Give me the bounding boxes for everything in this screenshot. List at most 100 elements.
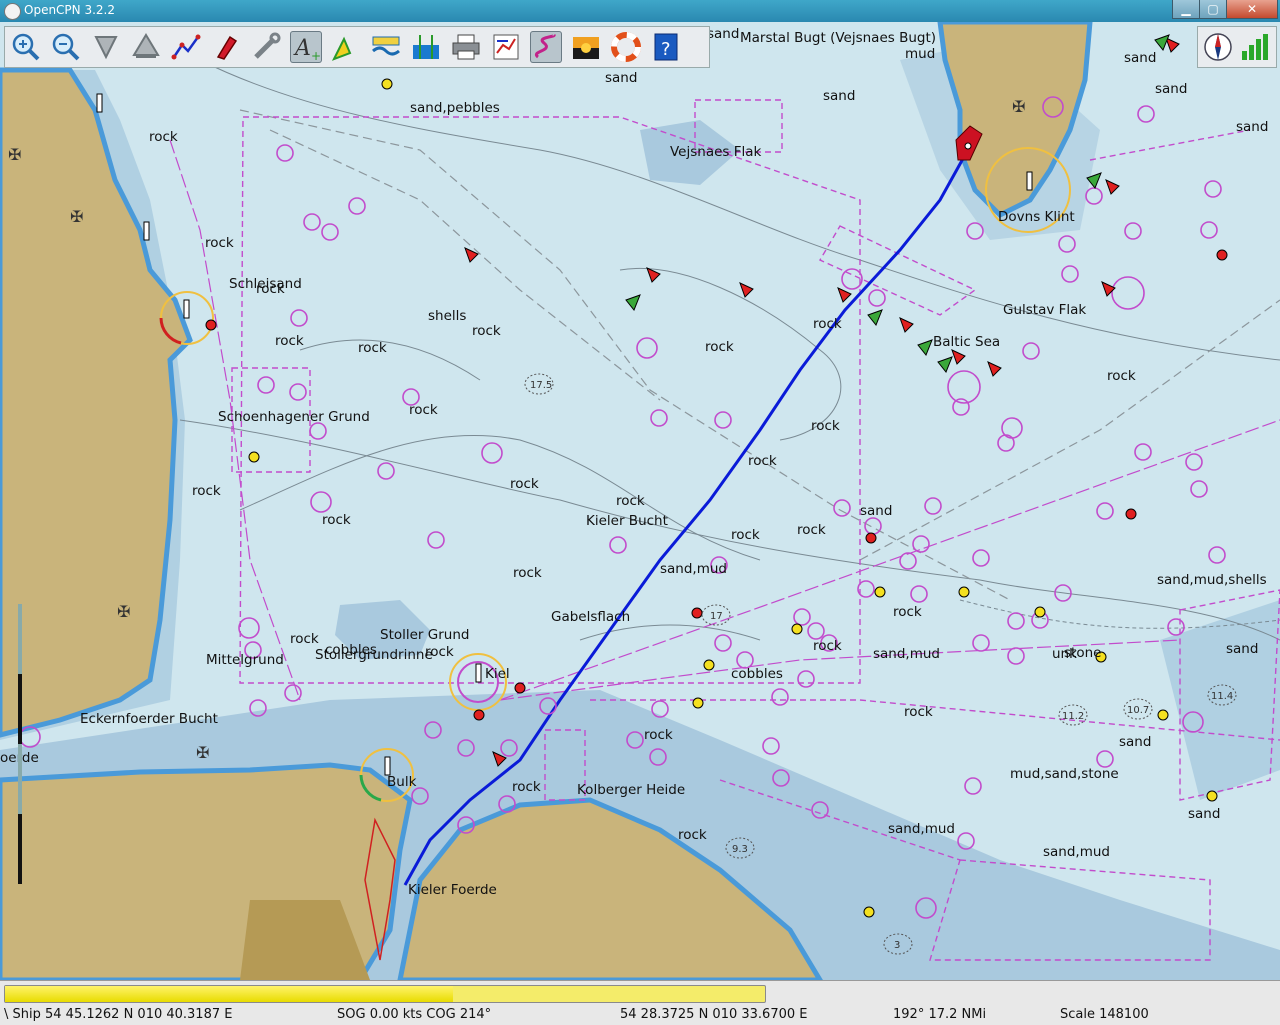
text-toggle-button[interactable]: A + <box>290 31 322 63</box>
chart-label: rock <box>256 281 285 297</box>
chart-label: rock <box>1107 368 1136 384</box>
progress-fill <box>5 986 454 1002</box>
svg-text:✠: ✠ <box>70 207 83 226</box>
scale-in-button[interactable] <box>90 31 122 63</box>
chart-label: stone <box>1064 645 1101 661</box>
sounding: 9.3 <box>732 844 748 855</box>
help-icon: ? <box>654 33 678 61</box>
chart-label: rock <box>290 631 319 647</box>
chart-label: sand <box>823 88 855 104</box>
scale-status: Scale 148100 <box>1060 1007 1149 1022</box>
svg-text:?: ? <box>661 39 671 60</box>
chart-label: sand <box>1119 734 1151 750</box>
current-toggle-button[interactable] <box>330 31 362 63</box>
chart-label: rock <box>811 418 840 434</box>
status-area: \ Ship 54 45.1262 N 010 40.3187 E SOG 0.… <box>0 980 1280 1025</box>
chart-label: rock <box>797 522 826 538</box>
ship-follow-icon <box>216 35 238 60</box>
tide-toggle-button[interactable] <box>370 31 402 63</box>
minimize-button[interactable]: ▁ <box>1172 0 1200 19</box>
chart-label: rock <box>513 565 542 581</box>
ship-position-marker <box>964 142 972 150</box>
chart-label: Kolberger Heide <box>577 782 685 798</box>
chart-label: sand,mud <box>888 821 955 837</box>
man-overboard-button[interactable] <box>610 31 642 63</box>
chart-label: Kieler Foerde <box>408 882 497 898</box>
chart-label: sand <box>1226 641 1258 657</box>
chart-label: Vejsnaes Flak <box>670 144 762 160</box>
create-route-button[interactable] <box>170 31 202 63</box>
sounding: 10.7 <box>1127 705 1149 716</box>
svg-text:✠: ✠ <box>8 145 21 164</box>
print-button[interactable] <box>450 31 482 63</box>
route-manager-button[interactable] <box>490 31 522 63</box>
chart-label: rock <box>512 779 541 795</box>
chart-label: rock <box>275 333 304 349</box>
chart-canvas[interactable]: ✠✠✠✠✠ 17.5 17 11.2 10.7 11.4 9.3 3 sand … <box>0 22 1280 980</box>
chart-label: sand <box>1124 50 1156 66</box>
chart-label: rock <box>904 704 933 720</box>
chart-label: Kiel <box>485 666 510 682</box>
chart-label: cobbles <box>731 666 783 682</box>
options-button[interactable] <box>250 31 282 63</box>
chart-label: Dovns Klint <box>998 209 1075 225</box>
track-toggle-button[interactable] <box>530 31 562 63</box>
chart-label: sand,mud <box>873 646 940 662</box>
tide-level-icon <box>413 35 439 59</box>
chart-label: rock <box>192 483 221 499</box>
print-icon <box>452 34 480 60</box>
sounding: 17 <box>710 611 723 622</box>
chart-label: Gulstav Flak <box>1003 302 1086 318</box>
chart-label: rock <box>149 129 178 145</box>
chart-label: rock <box>205 235 234 251</box>
zoom-in-icon <box>12 33 40 61</box>
chart-label: Mittelgrund <box>206 652 284 668</box>
chart-label: sand <box>1188 806 1220 822</box>
auto-follow-button[interactable] <box>210 31 242 63</box>
window-title-bar: OpenCPN 3.2.2 ▁ ▢ ✕ <box>0 0 1280 22</box>
chart-label: rock <box>705 339 734 355</box>
chart-label: rock <box>813 316 842 332</box>
chart-label: rock <box>616 493 645 509</box>
color-scheme-icon <box>573 37 599 59</box>
chart-label: sand,mud <box>1043 844 1110 860</box>
svg-text:+: + <box>311 49 321 63</box>
chart-label: sand <box>1155 81 1187 97</box>
scale-out-button[interactable] <box>130 31 162 63</box>
chart-label: mud <box>905 46 935 62</box>
chart-label: Marstal Bugt (Vejsnaes Bugt) <box>740 30 936 46</box>
chart-scale-bar <box>18 604 22 884</box>
route-icon <box>171 34 201 60</box>
svg-text:✠: ✠ <box>1012 97 1025 116</box>
chart-label: rock <box>678 827 707 843</box>
chart-label: sand <box>707 26 739 42</box>
status-tools <box>1197 26 1277 68</box>
chart-label: Baltic Sea <box>933 334 1000 350</box>
chart-label: rock <box>893 604 922 620</box>
sounding: 11.4 <box>1211 691 1233 702</box>
zoom-out-button[interactable] <box>50 31 82 63</box>
help-button[interactable]: ? <box>650 31 682 63</box>
gps-status-button[interactable] <box>1238 31 1270 63</box>
compass-button[interactable] <box>1202 31 1234 63</box>
text-icon: A + <box>293 36 321 63</box>
chart-label: rock <box>322 512 351 528</box>
close-button[interactable]: ✕ <box>1226 0 1278 19</box>
tide-level-button[interactable] <box>410 31 442 63</box>
maximize-button[interactable]: ▢ <box>1199 0 1227 19</box>
scale-out-icon <box>132 33 160 58</box>
settings-wrench-icon <box>254 32 281 59</box>
color-scheme-button[interactable] <box>570 31 602 63</box>
route-manager-icon <box>493 34 519 60</box>
zoom-out-icon <box>52 33 80 61</box>
svg-text:✠: ✠ <box>117 602 130 621</box>
chart-label: rock <box>731 527 760 543</box>
chart-label: mud,sand,stone <box>1010 766 1119 782</box>
main-toolbar: A + ? <box>4 26 710 68</box>
tide-icon <box>372 36 400 56</box>
chart-label: Bulk <box>387 774 417 790</box>
chart-label: sand <box>605 70 637 86</box>
chart-label: rock <box>748 453 777 469</box>
zoom-in-button[interactable] <box>10 31 42 63</box>
svg-text:A: A <box>293 36 311 61</box>
